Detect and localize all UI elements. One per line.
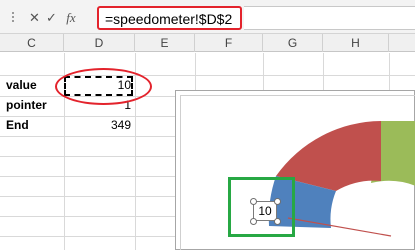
column-headers: C D E F G H [0,34,415,52]
chart-plot-area [268,121,415,237]
formula-bar: ✕ ✓ fx =speedometer!$D$2 [0,0,415,34]
highlight-box [228,177,295,237]
grip-handle-icon[interactable] [12,10,20,24]
cancel-icon[interactable]: ✕ [26,8,43,28]
formula-input[interactable]: =speedometer!$D$2 [97,6,242,30]
insert-function-icon[interactable]: fx [60,8,82,28]
enter-icon[interactable]: ✓ [43,8,60,28]
column-header-c[interactable]: C [0,34,64,52]
column-header-e[interactable]: E [135,34,195,52]
cell-c-label-pointer[interactable]: pointer [0,96,64,115]
column-header-g[interactable]: G [263,34,323,52]
formula-input-extension[interactable] [244,6,415,30]
column-header-f[interactable]: F [195,34,263,52]
cell-c-label-end[interactable]: End [0,116,64,135]
column-header-h[interactable]: H [323,34,389,52]
formula-bar-buttons: ✕ ✓ fx [26,7,94,29]
cell-d-end[interactable]: 349 [64,116,135,135]
highlight-oval [55,68,152,105]
speedometer-chart[interactable] [175,90,415,250]
column-header-d[interactable]: D [64,34,135,52]
